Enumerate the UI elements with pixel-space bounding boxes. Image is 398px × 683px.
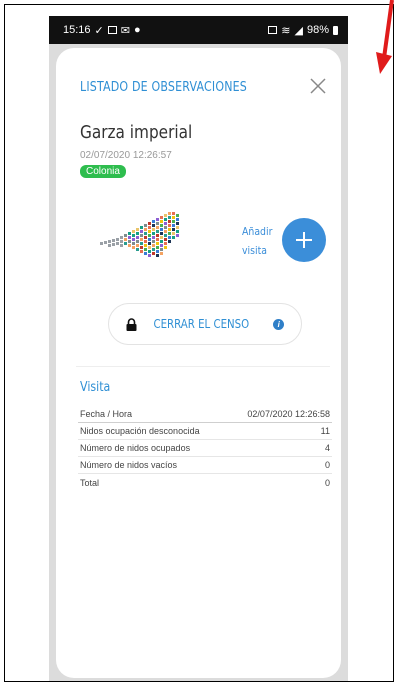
nfc-icon	[268, 26, 278, 34]
close-census-button[interactable]: CERRAR EL CENSO i	[108, 303, 302, 345]
battery-percent: 98%	[306, 24, 329, 36]
signal-icon: ◢	[294, 24, 303, 37]
phone-screen: 15:16 ✓ ✉ ● ≋ ◢ 98% LISTADO DE OBSERVACI…	[49, 16, 348, 681]
status-bar: 15:16 ✓ ✉ ● ≋ ◢ 98%	[49, 16, 348, 44]
page-title: LISTADO DE OBSERVACIONES	[80, 80, 247, 95]
observation-datetime: 02/07/2020 12:26:57	[80, 150, 172, 161]
status-badge: Colonia	[80, 165, 126, 178]
add-visit-label[interactable]: Añadir visita	[242, 222, 272, 260]
table-row: Número de nidos vacíos 0	[78, 457, 332, 474]
pixel-bird-logo-icon	[100, 212, 179, 257]
divider	[76, 366, 330, 367]
battery-icon	[333, 25, 338, 35]
visit-section-title: Visita	[80, 380, 111, 395]
table-row: Número de nidos ocupados 4	[78, 440, 332, 457]
close-icon[interactable]	[308, 76, 328, 96]
wifi-icon: ≋	[281, 24, 291, 37]
plus-icon	[296, 232, 312, 248]
species-name: Garza imperial	[80, 122, 193, 143]
table-row: Fecha / Hora 02/07/2020 12:26:58	[78, 406, 332, 423]
observations-card: LISTADO DE OBSERVACIONES Garza imperial …	[56, 48, 341, 678]
status-time: 15:16	[63, 24, 91, 36]
lock-icon	[126, 317, 137, 331]
annotation-arrow-icon	[376, 0, 394, 74]
mail-icon: ✉	[120, 24, 130, 37]
image-icon	[107, 26, 117, 34]
info-icon[interactable]: i	[273, 318, 285, 330]
table-row: Nidos ocupación desconocida 11	[78, 423, 332, 440]
table-row: Total 0	[80, 477, 330, 488]
add-visit-button[interactable]	[282, 218, 326, 262]
check-download-icon: ✓	[94, 24, 104, 37]
close-census-label: CERRAR EL CENSO	[153, 317, 249, 331]
visit-table: Fecha / Hora 02/07/2020 12:26:58 Nidos o…	[78, 406, 332, 491]
chat-icon: ●	[133, 24, 141, 36]
